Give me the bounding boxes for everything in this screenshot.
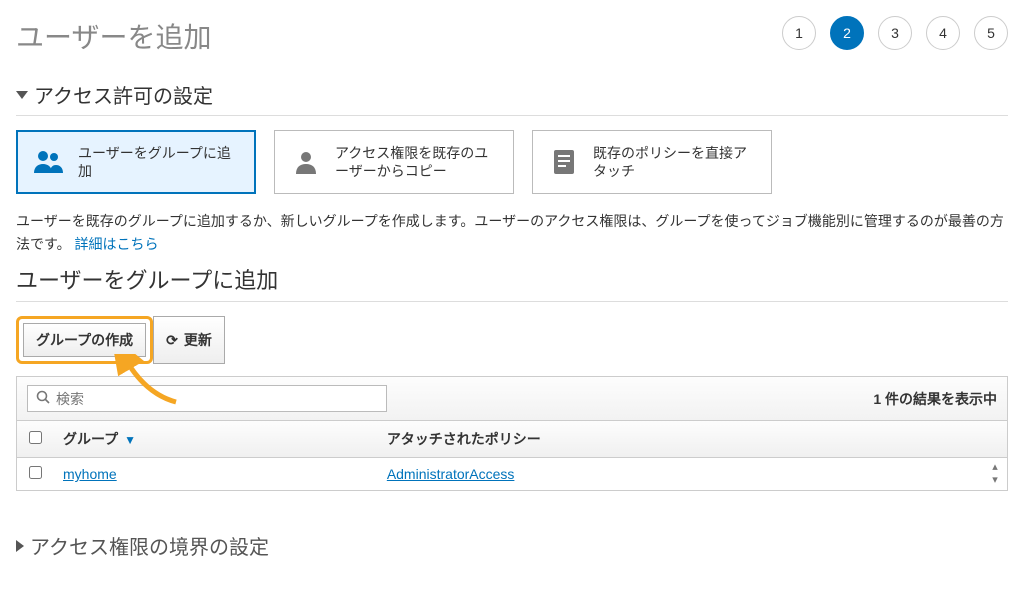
refresh-label: 更新	[184, 330, 212, 350]
wizard-stepper: 1 2 3 4 5	[782, 16, 1008, 50]
boundary-section-header[interactable]: アクセス権限の境界の設定	[16, 531, 1008, 566]
description-text: ユーザーを既存のグループに追加するか、新しいグループを作成します。ユーザーのアク…	[16, 213, 1004, 251]
scroll-handle[interactable]: ▴ ▾	[983, 462, 1007, 486]
search-box[interactable]	[27, 385, 387, 412]
boundary-section-title: アクセス権限の境界の設定	[30, 531, 269, 560]
policy-link[interactable]: AdministratorAccess	[387, 466, 515, 482]
tile-add-user-to-group[interactable]: ユーザーをグループに追加	[16, 130, 256, 194]
create-group-button[interactable]: グループの作成	[23, 323, 146, 357]
caret-down-icon	[16, 91, 28, 99]
refresh-icon: ⟳	[166, 332, 178, 349]
add-user-to-group-title: ユーザーをグループに追加	[16, 263, 1008, 302]
chevron-down-icon: ▾	[992, 475, 998, 486]
column-policies[interactable]: アタッチされたポリシー	[377, 421, 983, 458]
page-title: ユーザーを追加	[16, 16, 211, 56]
table-row[interactable]: myhome AdministratorAccess ▴ ▾	[17, 458, 1007, 491]
step-2[interactable]: 2	[830, 16, 864, 50]
permissions-section-header[interactable]: アクセス許可の設定	[16, 80, 1008, 116]
column-policies-label: アタッチされたポリシー	[387, 431, 541, 447]
sort-caret-down-icon: ▼	[124, 433, 136, 447]
step-1[interactable]: 1	[782, 16, 816, 50]
caret-right-icon	[16, 540, 24, 552]
tile-label: アクセス権限を既存のユーザーからコピー	[335, 144, 499, 180]
step-5[interactable]: 5	[974, 16, 1008, 50]
step-4[interactable]: 4	[926, 16, 960, 50]
step-3[interactable]: 3	[878, 16, 912, 50]
search-icon	[36, 390, 50, 407]
refresh-button[interactable]: ⟳ 更新	[153, 316, 225, 364]
result-count: 1 件の結果を表示中	[873, 389, 997, 409]
group-link[interactable]: myhome	[63, 466, 117, 482]
person-icon	[289, 149, 323, 175]
search-input[interactable]	[56, 391, 378, 407]
chevron-up-icon: ▴	[992, 462, 998, 473]
select-all-checkbox[interactable]	[29, 431, 42, 444]
users-icon	[32, 149, 66, 175]
tile-label: ユーザーをグループに追加	[78, 144, 240, 180]
row-checkbox[interactable]	[29, 466, 42, 479]
learn-more-link[interactable]: 詳細はこちら	[75, 236, 159, 252]
document-icon	[547, 148, 581, 176]
tile-label: 既存のポリシーを直接アタッチ	[593, 144, 757, 180]
select-all-header[interactable]	[17, 421, 53, 458]
annotation-highlight: グループの作成	[16, 316, 153, 364]
tile-attach-policies[interactable]: 既存のポリシーを直接アタッチ	[532, 130, 772, 194]
permissions-section-title: アクセス許可の設定	[34, 80, 213, 109]
column-group-label: グループ	[63, 431, 118, 447]
column-group[interactable]: グループ ▼	[53, 421, 377, 458]
groups-table: 1 件の結果を表示中 グループ ▼ アタッチされたポリシー myhome Adm…	[16, 376, 1008, 491]
tile-copy-permissions[interactable]: アクセス権限を既存のユーザーからコピー	[274, 130, 514, 194]
permissions-description: ユーザーを既存のグループに追加するか、新しいグループを作成します。ユーザーのアク…	[16, 210, 1008, 255]
